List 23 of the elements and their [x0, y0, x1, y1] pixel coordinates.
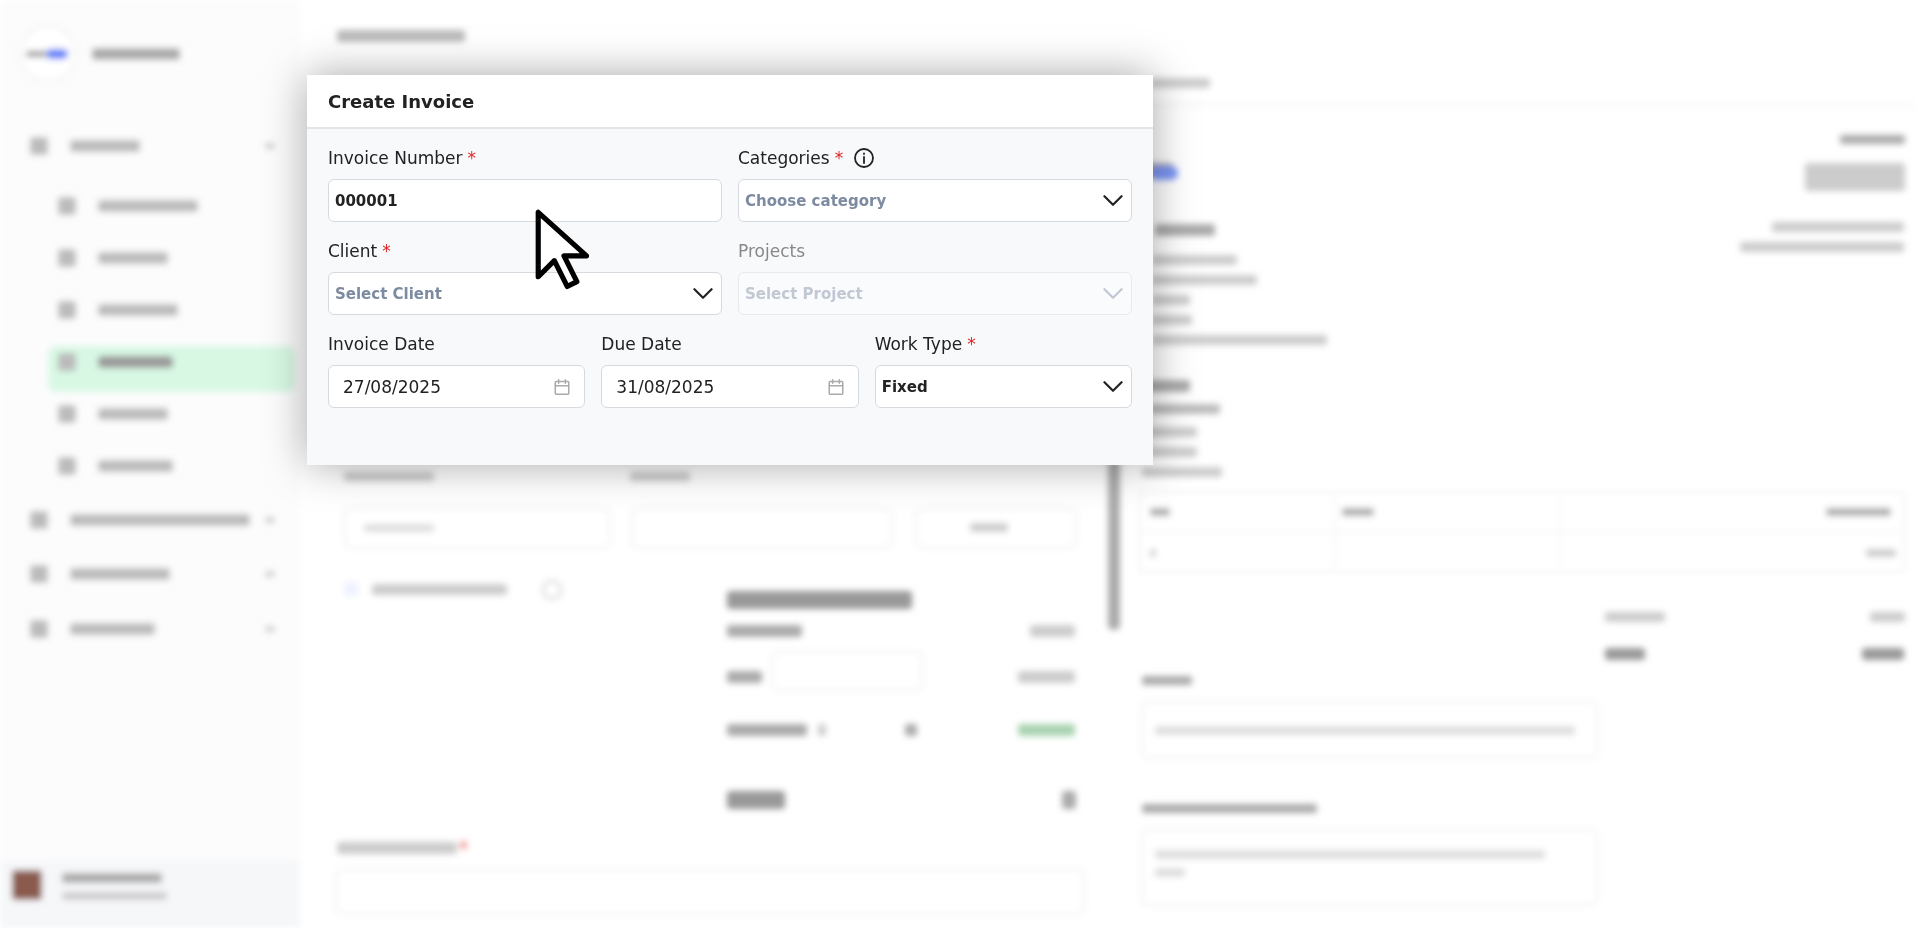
field-label: Projects	[738, 241, 806, 261]
text-field[interactable]: 000001	[328, 179, 722, 222]
field-label: Client	[328, 241, 378, 261]
chevron-icon	[1103, 288, 1123, 299]
field-label: Invoice Number	[328, 148, 463, 168]
field-label: Categories	[738, 148, 830, 168]
required-mark: *	[382, 241, 391, 261]
field-label: Due Date	[601, 334, 682, 354]
required-mark: *	[467, 148, 476, 168]
chevron-icon	[1103, 195, 1123, 206]
required-mark: *	[967, 334, 976, 354]
calendar-icon	[554, 378, 571, 395]
chevron-icon	[1103, 381, 1123, 392]
dropdown[interactable]: Fixed	[874, 365, 1132, 408]
field-label: Invoice Date	[328, 334, 435, 354]
dialog-title: Create Invoice	[307, 75, 1153, 129]
required-mark: *	[834, 148, 844, 168]
calendar-icon	[827, 378, 844, 395]
chevron-icon	[693, 288, 713, 299]
date-field[interactable]: 27/08/2025	[328, 365, 586, 408]
dropdown: Select Project	[738, 272, 1132, 315]
date-field[interactable]: 31/08/2025	[601, 365, 859, 408]
field-label: Work Type	[874, 334, 963, 354]
